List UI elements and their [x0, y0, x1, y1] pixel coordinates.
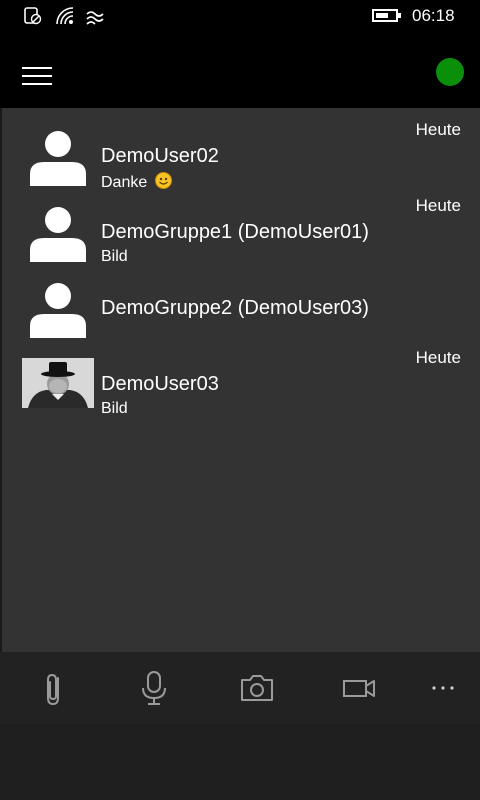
- attach-icon[interactable]: [34, 668, 74, 708]
- header: [0, 32, 480, 108]
- conversation-item[interactable]: Heute DemoGruppe1 (DemoUser01) Bild: [2, 194, 480, 270]
- clock: 06:18: [412, 6, 455, 25]
- status-bar: 06:18: [0, 0, 480, 32]
- network-wave-icon: [86, 11, 104, 25]
- conversation-date: Heute: [415, 196, 461, 215]
- conversation-item[interactable]: Heute DemoUser03 Bild: [2, 346, 480, 422]
- conversation-name: DemoGruppe2 (DemoUser03): [101, 297, 369, 319]
- photo-avatar: [22, 358, 94, 408]
- default-avatar-icon: [30, 131, 86, 186]
- video-icon[interactable]: [339, 668, 379, 708]
- conversation-date: Heute: [415, 348, 461, 367]
- more-icon[interactable]: [424, 668, 464, 708]
- default-avatar-icon: [30, 207, 86, 262]
- conversation-name: DemoUser02: [101, 145, 219, 167]
- conversation-list: Heute DemoUser02 Danke Heute DemoGruppe1…: [0, 108, 480, 652]
- conversation-item[interactable]: Heute DemoUser02 Danke: [2, 118, 480, 194]
- preview-text: Danke: [101, 174, 148, 191]
- bottom-area: [0, 724, 480, 800]
- conversation-preview: Bild: [101, 248, 128, 265]
- smiley-icon: [154, 172, 172, 189]
- conversation-name: DemoGruppe1 (DemoUser01): [101, 221, 369, 243]
- app-bar: [0, 652, 480, 724]
- default-avatar-icon: [30, 283, 86, 338]
- conversation-preview: Bild: [101, 400, 128, 417]
- battery-icon: [372, 9, 401, 22]
- conversation-date: Heute: [415, 120, 461, 139]
- hamburger-icon[interactable]: [22, 67, 54, 87]
- camera-icon[interactable]: [237, 668, 277, 708]
- notification-off-icon: [24, 7, 42, 25]
- conversation-preview: Danke: [101, 172, 172, 192]
- wifi-icon: [56, 7, 74, 25]
- conversation-item[interactable]: DemoGruppe2 (DemoUser03): [2, 270, 480, 346]
- conversation-name: DemoUser03: [101, 373, 219, 395]
- presence-indicator[interactable]: [436, 58, 464, 86]
- microphone-icon[interactable]: [134, 668, 174, 708]
